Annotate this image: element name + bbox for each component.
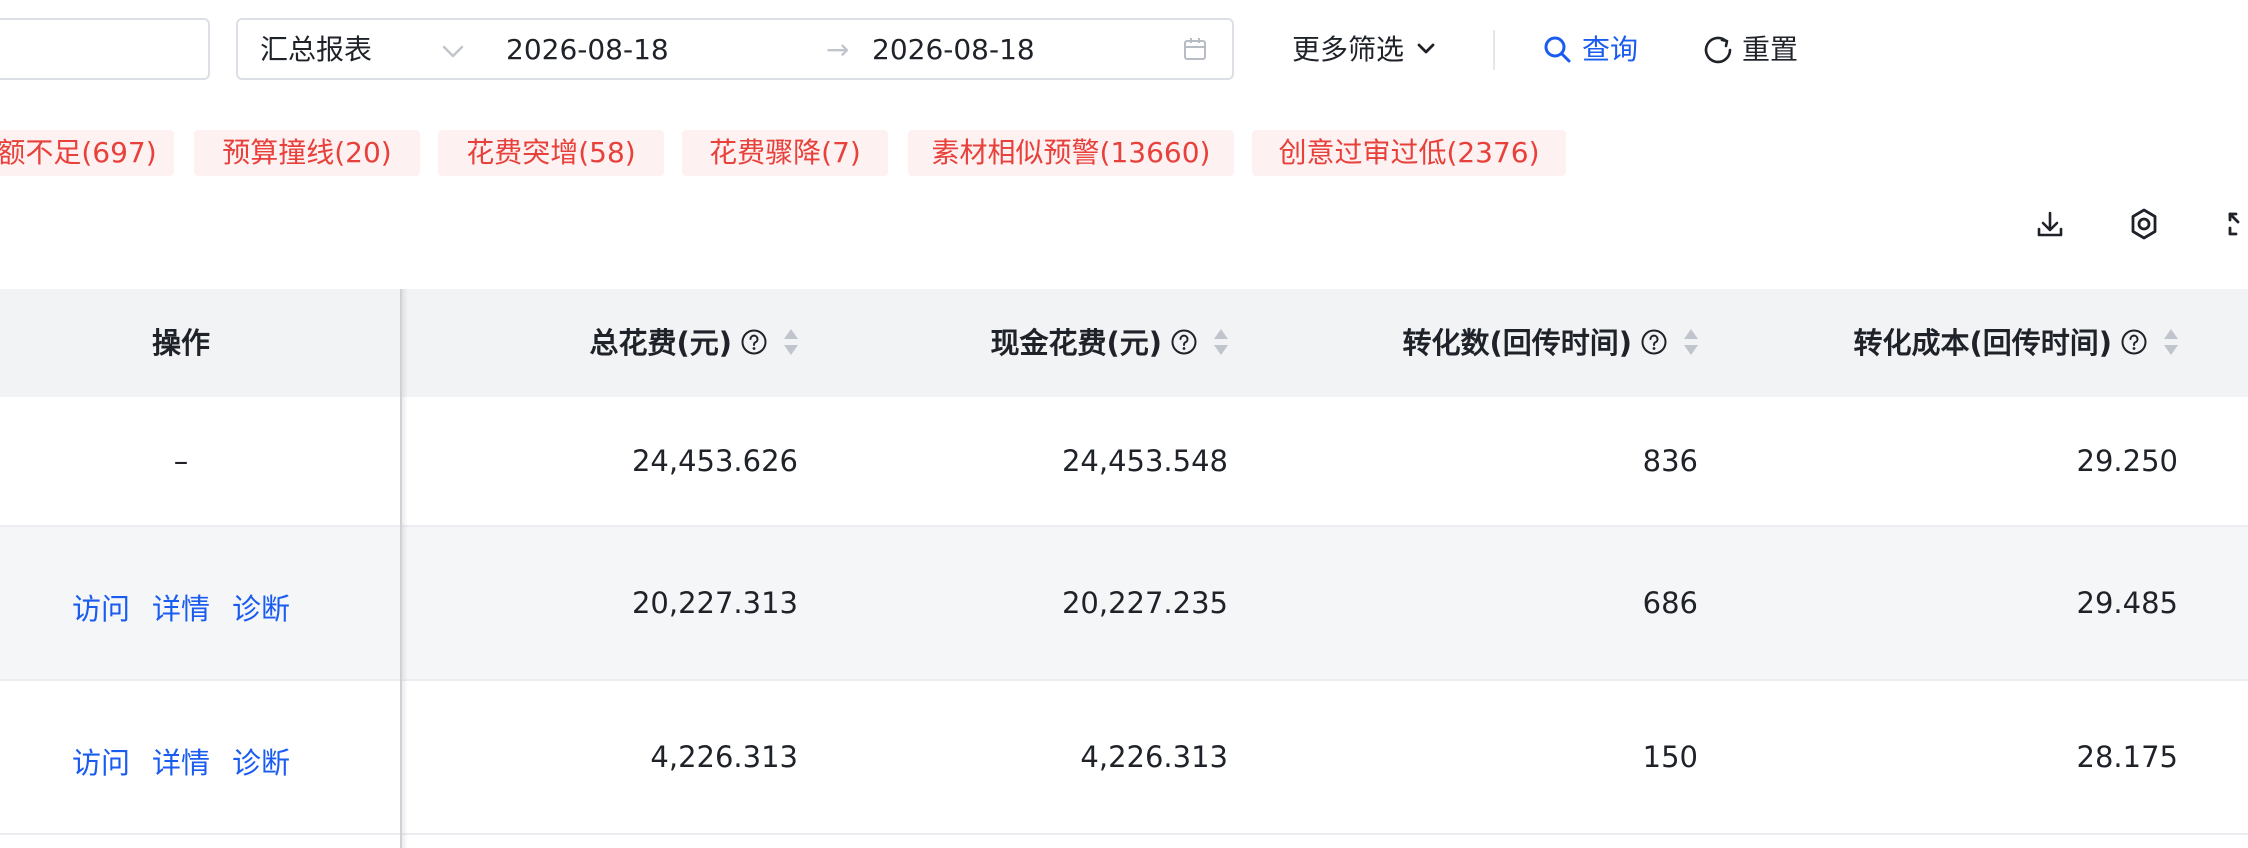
fixed-column-shadow	[400, 289, 408, 848]
more-filters-button[interactable]: 更多筛选	[1292, 31, 1404, 69]
help-icon[interactable]	[2120, 328, 2148, 356]
diagnose-link[interactable]: 诊断	[232, 592, 290, 626]
chevron-down-icon[interactable]	[440, 40, 466, 62]
cash-cost-cell: 20,227.235	[1061, 586, 1228, 620]
details-link[interactable]: 详情	[152, 746, 210, 780]
visit-link[interactable]: 访问	[72, 746, 130, 780]
help-icon[interactable]	[740, 328, 768, 356]
sort-icon[interactable]	[1212, 326, 1230, 358]
conversion-cost-cell: 28.175	[2076, 740, 2178, 774]
help-icon[interactable]	[1640, 328, 1668, 356]
total-cost-cell: 4,226.313	[650, 740, 798, 774]
cash-cost-cell: 24,453.548	[1061, 444, 1228, 478]
row-actions: 访问 详情 诊断	[0, 586, 362, 628]
sort-icon[interactable]	[1682, 326, 1700, 358]
column-header-conversions[interactable]: 转化数(回传时间)	[1370, 289, 1700, 397]
reset-button[interactable]: 重置	[1742, 31, 1798, 69]
column-header-op: 操作	[151, 326, 210, 360]
conversion-cost-cell: 29.250	[2076, 444, 2178, 478]
visit-link[interactable]: 访问	[72, 592, 130, 626]
fullscreen-icon[interactable]	[2220, 204, 2248, 244]
search-icon[interactable]	[1542, 34, 1574, 66]
tag-insufficient-balance[interactable]: 额不足(697)	[0, 130, 174, 176]
query-button[interactable]: 查询	[1582, 31, 1638, 69]
filter-input[interactable]	[0, 18, 210, 80]
report-type-value[interactable]: 汇总报表	[260, 31, 372, 69]
total-cost-cell: 24,453.626	[631, 444, 798, 478]
tag-budget-limit[interactable]: 预算撞线(20)	[194, 130, 420, 176]
help-icon[interactable]	[1170, 328, 1198, 356]
column-header-cash-cost[interactable]: 现金花费(元)	[960, 289, 1230, 397]
sort-icon[interactable]	[2162, 326, 2180, 358]
conversions-cell: 836	[1642, 444, 1698, 478]
total-cost-cell: 20,227.313	[631, 586, 798, 620]
row-actions: 访问 详情 诊断	[0, 740, 362, 782]
gear-icon[interactable]	[2124, 204, 2164, 244]
date-range-arrow: →	[826, 33, 850, 66]
tag-cost-drop[interactable]: 花费骤降(7)	[682, 130, 888, 176]
download-icon[interactable]	[2030, 204, 2070, 244]
cash-cost-cell: 4,226.313	[1080, 740, 1228, 774]
conversions-cell: 686	[1642, 586, 1698, 620]
calendar-icon[interactable]	[1182, 36, 1208, 62]
conversions-cell: 150	[1642, 740, 1698, 774]
sort-icon[interactable]	[782, 326, 800, 358]
conversion-cost-cell: 29.485	[2076, 586, 2178, 620]
tag-creative-low-approval[interactable]: 创意过审过低(2376)	[1252, 130, 1566, 176]
column-header-total-cost[interactable]: 总花费(元)	[560, 289, 800, 397]
details-link[interactable]: 详情	[152, 592, 210, 626]
date-end-input[interactable]: 2026-08-18	[872, 31, 1035, 69]
date-start-input[interactable]: 2026-08-18	[506, 31, 669, 69]
toolbar-divider	[1493, 30, 1495, 70]
tag-material-similar[interactable]: 素材相似预警(13660)	[908, 130, 1234, 176]
row-op-empty: –	[173, 444, 189, 478]
chevron-down-icon[interactable]	[1414, 38, 1438, 60]
column-header-conversion-cost[interactable]: 转化成本(回传时间)	[1820, 289, 2180, 397]
report-date-filter[interactable]	[236, 18, 1234, 80]
refresh-icon[interactable]	[1702, 34, 1734, 66]
tag-cost-surge[interactable]: 花费突增(58)	[438, 130, 664, 176]
diagnose-link[interactable]: 诊断	[232, 746, 290, 780]
